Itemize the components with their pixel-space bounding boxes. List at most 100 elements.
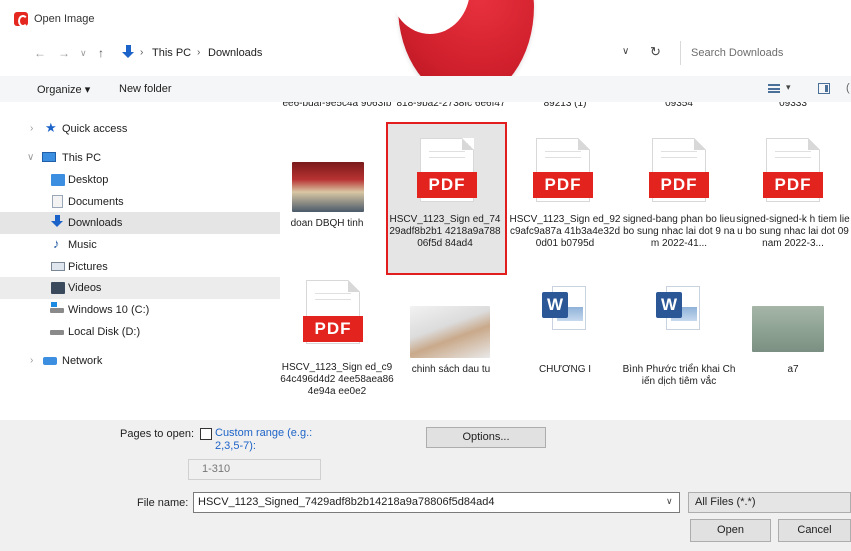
sidebar-item-label: Windows 10 (C:) xyxy=(68,304,150,316)
photo-thumbnail xyxy=(292,162,364,212)
address-dropdown-icon[interactable]: ∨ xyxy=(622,46,629,57)
view-options-icon[interactable] xyxy=(768,84,780,93)
sidebar-item-label: Music xyxy=(68,239,97,251)
refresh-icon[interactable]: ↻ xyxy=(650,44,661,60)
windows-drive-icon xyxy=(50,302,64,313)
sidebar-item-network[interactable]: › Network xyxy=(0,350,280,372)
file-item[interactable]: 89213 (1) xyxy=(508,102,622,114)
navigation-pane: › ★ Quick access ∨ This PC Desktop Docum… xyxy=(0,102,280,420)
address-bar[interactable] xyxy=(112,41,672,65)
file-grid: ee6-bdaf-9e5c4a 9063fb 818-9ba2-2738fc 6… xyxy=(280,102,851,420)
word-document-icon: W xyxy=(654,282,704,332)
sidebar-item-label: Desktop xyxy=(68,174,109,186)
open-button[interactable]: Open xyxy=(690,519,771,542)
sidebar-item-label: This PC xyxy=(62,152,102,164)
file-item[interactable]: doan DBQH tinh xyxy=(280,130,394,270)
help-icon[interactable]: ( xyxy=(846,82,850,94)
sidebar-item-videos[interactable]: Videos xyxy=(0,277,280,299)
file-name-input[interactable]: HSCV_1123_Signed_7429adf8b2b14218a9a7880… xyxy=(193,492,680,513)
file-name: signed-bang phan bo lieu bo sung nhac la… xyxy=(622,214,736,249)
file-name: 818-9ba2-2738fc 6e6f47 xyxy=(396,102,506,109)
file-item[interactable]: PDF signed-signed-k h tiem lieu bo sung … xyxy=(736,130,850,270)
file-name: a7 xyxy=(787,364,799,375)
view-dropdown-icon[interactable]: ▾ xyxy=(786,82,791,93)
pages-to-open-label: Pages to open: xyxy=(120,428,195,440)
word-document-icon: W xyxy=(540,282,590,332)
file-name-label: File name: xyxy=(137,497,189,509)
file-name: signed-signed-k h tiem lieu bo sung nhac… xyxy=(736,214,850,249)
desktop-folder-icon xyxy=(51,174,65,186)
breadcrumb-this-pc[interactable]: This PC xyxy=(152,47,191,59)
file-name: HSCV_1123_Sign ed_92c9afc9a87a 41b3a4e32… xyxy=(509,214,621,249)
file-item[interactable]: PDF signed-bang phan bo lieu bo sung nha… xyxy=(622,130,736,270)
collapse-chevron-icon[interactable]: ∨ xyxy=(27,152,34,163)
file-type-select[interactable]: All Files (*.*) xyxy=(688,492,851,513)
pdf-icon: PDF xyxy=(763,172,823,198)
breadcrumb-downloads[interactable]: Downloads xyxy=(208,47,262,59)
window-title: Open Image xyxy=(34,13,95,25)
file-item[interactable]: chinh sách dau tu xyxy=(394,276,508,420)
file-item[interactable]: ee6-bdaf-9e5c4a 9063fb xyxy=(280,102,394,126)
breadcrumb-separator: › xyxy=(197,47,201,58)
custom-range-checkbox[interactable] xyxy=(200,428,212,440)
file-name: Bình Phước triển khai Chiến dịch tiêm vắ… xyxy=(622,364,736,387)
pdf-icon: PDF xyxy=(303,316,363,342)
file-item[interactable]: a7 xyxy=(736,276,850,420)
preview-pane-icon[interactable] xyxy=(818,83,830,94)
file-item[interactable]: 09354 xyxy=(622,102,736,114)
network-icon xyxy=(43,357,57,365)
back-arrow-icon[interactable]: ← xyxy=(34,46,46,60)
file-name: CHƯƠNG I xyxy=(538,364,592,375)
downloads-icon xyxy=(51,215,65,227)
sidebar-item-label: Network xyxy=(62,355,103,367)
file-name: 09333 xyxy=(779,102,807,109)
sidebar-item-quick-access[interactable]: › ★ Quick access xyxy=(0,118,280,140)
pdf-icon: PDF xyxy=(649,172,709,198)
expand-chevron-icon[interactable]: › xyxy=(30,355,33,366)
monitor-icon xyxy=(42,152,56,162)
sidebar-item-windows-drive[interactable]: Windows 10 (C:) xyxy=(0,299,280,321)
forward-arrow-icon[interactable]: → xyxy=(58,46,70,60)
options-button[interactable]: Options... xyxy=(426,427,546,448)
organize-menu[interactable]: Organize ▾ xyxy=(37,83,90,96)
file-item[interactable]: PDF HSCV_1123_Sign ed_c964c496d4d2 4ee58… xyxy=(280,276,394,420)
breadcrumb-separator: › xyxy=(140,47,144,58)
sidebar-item-label: Pictures xyxy=(68,261,108,273)
file-name-dropdown-icon[interactable]: ∨ xyxy=(666,496,673,507)
sidebar-item-downloads[interactable]: Downloads xyxy=(0,212,280,234)
sidebar-item-music[interactable]: ♪ Music xyxy=(0,234,280,256)
sidebar-item-documents[interactable]: Documents xyxy=(0,191,280,213)
documents-icon xyxy=(52,195,63,208)
file-name: doan DBQH tinh xyxy=(290,218,364,229)
pdf-icon: PDF xyxy=(533,172,593,198)
file-name: HSCV_1123_Sign ed_c964c496d4d2 4ee58aea8… xyxy=(280,362,394,397)
file-name: ee6-bdaf-9e5c4a 9063fb xyxy=(282,102,392,109)
sidebar-item-label: Local Disk (D:) xyxy=(68,326,141,338)
sidebar-item-local-disk[interactable]: Local Disk (D:) xyxy=(0,321,280,343)
cancel-button[interactable]: Cancel xyxy=(778,519,851,542)
search-input[interactable]: Search Downloads xyxy=(691,47,783,59)
custom-range-label[interactable]: Custom range (e.g.: 2,3,5-7): xyxy=(215,427,315,453)
up-arrow-icon[interactable]: ↑ xyxy=(98,46,104,60)
recent-locations-icon[interactable]: ∨ xyxy=(80,48,87,59)
sidebar-item-label: Quick access xyxy=(62,123,128,135)
file-item[interactable]: PDF HSCV_1123_Sign ed_92c9afc9a87a 41b3a… xyxy=(508,130,622,270)
photo-thumbnail xyxy=(752,306,824,352)
file-item[interactable]: 09333 xyxy=(736,102,850,114)
new-folder-button[interactable]: New folder xyxy=(119,83,172,95)
star-icon: ★ xyxy=(45,120,57,135)
expand-chevron-icon[interactable]: › xyxy=(30,123,33,134)
sidebar-item-label: Documents xyxy=(68,196,124,208)
photo-thumbnail xyxy=(410,306,490,358)
sidebar-item-label: Videos xyxy=(68,282,102,294)
file-item[interactable]: W Bình Phước triển khai Chiến dịch tiêm … xyxy=(622,276,736,420)
pictures-icon xyxy=(51,262,65,271)
sidebar-item-pictures[interactable]: Pictures xyxy=(0,256,280,278)
sidebar-item-desktop[interactable]: Desktop xyxy=(0,169,280,191)
drive-icon xyxy=(50,330,64,335)
videos-icon xyxy=(51,282,65,294)
sidebar-item-this-pc[interactable]: ∨ This PC xyxy=(0,147,280,169)
file-item[interactable]: W CHƯƠNG I xyxy=(508,276,622,420)
file-name: 89213 (1) xyxy=(543,102,587,109)
page-range-field[interactable]: 1-310 xyxy=(188,459,321,480)
